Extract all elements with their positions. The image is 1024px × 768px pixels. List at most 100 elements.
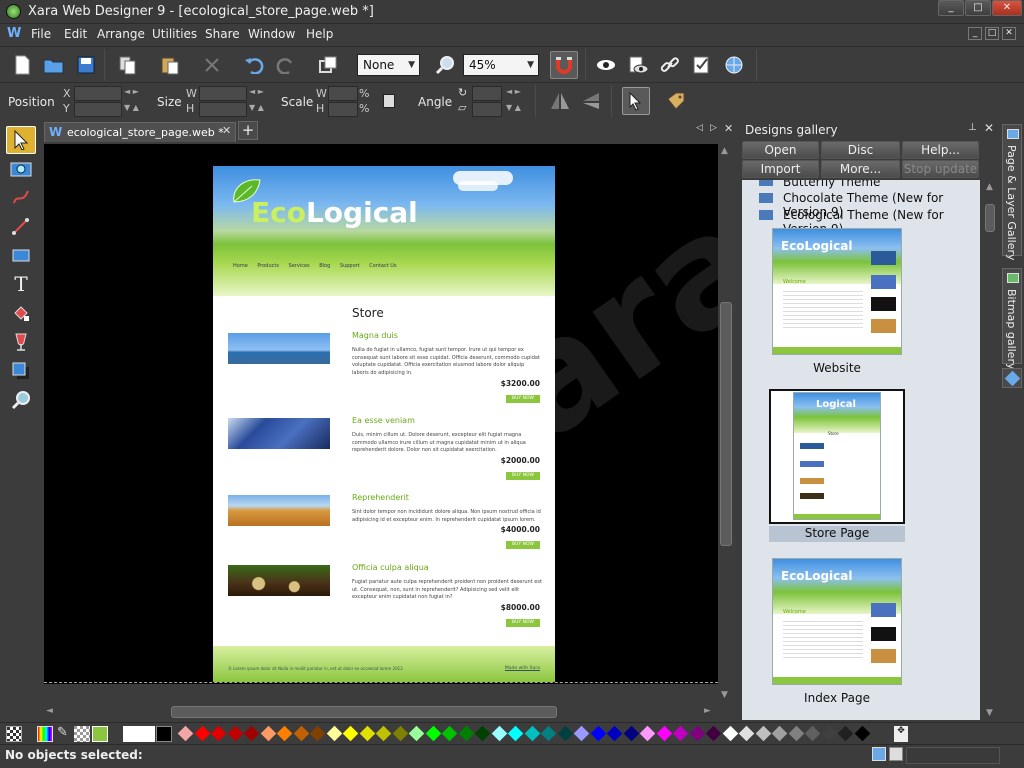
pin-icon[interactable]: ⊥ [968, 122, 977, 133]
menu-arrange[interactable]: Arrange [97, 27, 145, 41]
height-spinner[interactable]: ▼ ▲ [249, 103, 264, 112]
color-swatch[interactable] [326, 725, 342, 742]
folder-butterfly[interactable]: Butterfly Theme [783, 180, 880, 189]
color-swatch[interactable] [837, 725, 854, 742]
buy-now-button[interactable]: BUY NOW [506, 619, 540, 627]
close-document-icon[interactable]: ✕ [724, 122, 733, 135]
color-swatch[interactable] [672, 725, 689, 742]
color-swatch[interactable] [639, 725, 656, 742]
color-swatch[interactable] [375, 725, 392, 742]
check-button[interactable] [688, 51, 716, 79]
photo-tool[interactable] [6, 154, 36, 182]
canvas[interactable]: xara EcoLogical Home Products Services B… [44, 144, 718, 684]
lock-aspect-icon[interactable] [383, 94, 395, 108]
vertical-scroll-thumb[interactable] [720, 302, 732, 546]
zoom-tool[interactable] [6, 386, 36, 414]
doc-restore-button[interactable]: □ [985, 27, 999, 40]
nav-products[interactable]: Products [257, 263, 279, 269]
angle-spinner[interactable]: ◄ ► [506, 87, 521, 96]
gallery-help-button[interactable]: Help... [902, 141, 979, 159]
thumbnail-store-page[interactable]: Logical Store [793, 392, 881, 520]
color-swatch[interactable] [491, 725, 507, 742]
fill-tool[interactable] [6, 299, 36, 327]
color-swatch[interactable] [243, 725, 260, 742]
color-swatch[interactable] [227, 725, 243, 742]
flip-horizontal-button[interactable] [546, 87, 574, 115]
gallery-scroll-up-icon[interactable]: ▲ [986, 182, 993, 192]
palette-scroll-icon[interactable]: ✥ [894, 726, 908, 742]
selection-handles-button[interactable] [622, 87, 650, 115]
width-input[interactable] [199, 86, 247, 101]
menu-window[interactable]: Window [248, 27, 295, 41]
color-swatch[interactable] [689, 725, 705, 742]
color-swatch[interactable] [177, 725, 194, 742]
buy-now-button[interactable]: BUY NOW [506, 472, 540, 480]
gallery-scrollbar[interactable]: ▲ ▼ [982, 180, 998, 720]
maximize-button[interactable]: □ [965, 0, 991, 16]
color-swatch[interactable] [722, 725, 738, 742]
color-editor-icon[interactable] [37, 726, 53, 742]
snap-button[interactable] [550, 51, 578, 79]
color-swatch[interactable] [738, 725, 755, 742]
current-color-swatch[interactable] [92, 726, 108, 742]
pen-tool[interactable] [6, 212, 36, 240]
color-swatch[interactable] [705, 725, 722, 742]
color-swatch[interactable] [441, 725, 458, 742]
refresh-status-icon[interactable] [889, 747, 903, 761]
preview-page-button[interactable] [624, 51, 652, 79]
transform-button[interactable] [314, 51, 342, 79]
color-swatch[interactable] [260, 725, 276, 742]
color-swatch[interactable] [309, 725, 326, 742]
import-button[interactable]: Import [742, 160, 819, 178]
color-swatch[interactable] [392, 725, 408, 742]
menu-help[interactable]: Help [306, 27, 333, 41]
tab-scroll-left-icon[interactable]: ◁ [696, 123, 703, 133]
bitmap-gallery-tab[interactable]: Bitmap gallery [1002, 268, 1022, 370]
angle-input[interactable] [472, 86, 502, 101]
tab-close-button[interactable]: ✕ [222, 124, 231, 137]
new-tab-button[interactable]: + [238, 121, 258, 140]
rectangle-tool[interactable] [6, 241, 36, 269]
scroll-down-icon[interactable]: ▼ [721, 690, 728, 700]
color-swatch[interactable] [854, 725, 870, 742]
scale-h-input[interactable] [328, 102, 358, 117]
stop-update-button[interactable]: Stop update [902, 160, 979, 178]
buy-now-button[interactable]: BUY NOW [506, 395, 540, 403]
close-button[interactable]: ✕ [992, 0, 1022, 16]
color-swatch[interactable] [771, 725, 788, 742]
color-swatch[interactable] [524, 725, 540, 742]
x-spinner[interactable]: ◄ ► [124, 87, 139, 96]
nav-home[interactable]: Home [233, 263, 248, 269]
menu-file[interactable]: File [31, 27, 51, 41]
color-swatch[interactable] [573, 725, 590, 742]
menu-utilities[interactable]: Utilities [152, 27, 197, 41]
preview-button[interactable] [592, 51, 620, 79]
tag-button[interactable] [662, 87, 690, 115]
nav-support[interactable]: Support [340, 263, 360, 269]
transparency-tool[interactable] [6, 328, 36, 356]
page-layer-gallery-tab[interactable]: Page & Layer Gallery [1002, 124, 1022, 261]
zoom-select[interactable]: 45% ▼ [463, 54, 539, 76]
color-swatch[interactable] [474, 725, 491, 742]
horizontal-scrollbar[interactable]: ◄ ► [44, 704, 718, 720]
color-swatch[interactable] [359, 725, 375, 742]
menu-share[interactable]: Share [205, 27, 240, 41]
designs-gallery-tab[interactable] [1002, 368, 1022, 388]
color-swatch[interactable] [276, 725, 293, 742]
disc-designs-button[interactable]: Disc designs... [821, 141, 900, 173]
color-swatch[interactable] [590, 725, 606, 742]
freehand-tool[interactable] [6, 183, 36, 211]
open-button[interactable] [40, 51, 68, 79]
flip-vertical-button[interactable] [578, 87, 606, 115]
more-button[interactable]: More... [821, 160, 900, 178]
width-spinner[interactable]: ◄ ► [249, 87, 264, 96]
white-swatch[interactable] [123, 726, 155, 742]
minimize-button[interactable]: _ [938, 0, 964, 16]
zoom-tool-button[interactable] [431, 51, 459, 79]
open-design-button[interactable]: Open [742, 141, 819, 159]
horizontal-scroll-thumb[interactable] [171, 706, 557, 718]
transparent-swatch[interactable] [74, 726, 90, 742]
nav-services[interactable]: Services [289, 263, 310, 269]
no-color-swatch[interactable] [6, 726, 22, 742]
scroll-left-icon[interactable]: ◄ [46, 706, 53, 716]
